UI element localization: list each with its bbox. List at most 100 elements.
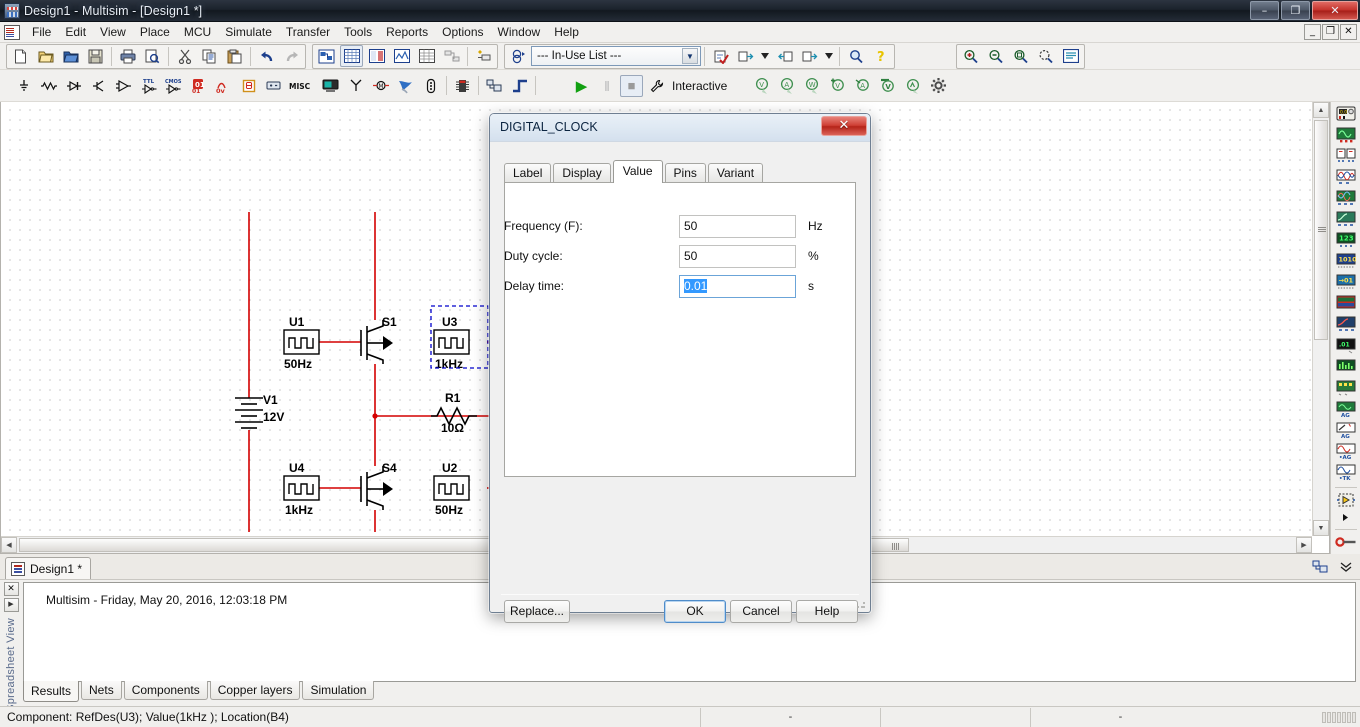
resize-grip[interactable] (1322, 711, 1360, 723)
open-file-icon[interactable] (34, 45, 57, 67)
wrench-icon[interactable] (645, 75, 668, 97)
distortion-analyzer-icon[interactable]: .01 (1334, 337, 1358, 356)
ni-components-icon[interactable] (394, 75, 417, 97)
dialog-tab-display[interactable]: Display (553, 163, 611, 182)
basic-icon[interactable] (37, 75, 60, 97)
wattmeter-icon[interactable] (1334, 147, 1358, 166)
menu-item-simulate[interactable]: Simulate (218, 22, 279, 43)
scroll-right-icon[interactable]: ▶ (1296, 537, 1312, 553)
import-icon[interactable] (773, 45, 796, 67)
menu-item-help[interactable]: Help (547, 22, 586, 43)
mdi-minimize-button[interactable]: _ (1304, 24, 1321, 40)
differential-voltage-probe-icon[interactable]: V (827, 75, 850, 97)
dialog-close-button[interactable]: ✕ (821, 116, 867, 136)
paste-icon[interactable] (223, 45, 246, 67)
hierarchy-icon[interactable] (1310, 557, 1330, 576)
power-icon[interactable] (262, 75, 285, 97)
scroll-up-icon[interactable]: ▲ (1313, 102, 1329, 118)
duty-cycle-input[interactable]: 50 (679, 244, 796, 268)
agilent-function-generator-icon[interactable]: AG (1334, 400, 1358, 419)
canvas-vertical-scrollbar[interactable]: ▲ ▼ (1312, 102, 1329, 536)
find-icon[interactable] (844, 45, 867, 67)
export-dropdown-arrow-icon[interactable] (759, 45, 771, 67)
probe-settings-icon[interactable] (927, 75, 950, 97)
network-analyzer-icon[interactable] (1334, 379, 1358, 398)
diode-icon[interactable] (62, 75, 85, 97)
dialog-tab-label[interactable]: Label (504, 163, 552, 182)
new-file-icon[interactable] (9, 45, 32, 67)
mcu-icon[interactable] (451, 75, 474, 97)
dialog-tab-value[interactable]: Value (612, 160, 663, 183)
logic-converter-icon[interactable]: →01 (1334, 273, 1358, 292)
frequency-counter-icon[interactable]: 123 (1334, 231, 1358, 250)
electromechanical-icon[interactable]: M (369, 75, 392, 97)
erc-icon[interactable] (709, 45, 732, 67)
in-use-list-dropdown[interactable]: --- In-Use List --- ▼ (531, 46, 701, 66)
in-use-refresh-icon[interactable] (507, 45, 530, 67)
run-simulation-button[interactable]: ▶ (570, 75, 593, 97)
dialog-resize-grip[interactable] (856, 599, 866, 609)
vertical-scroll-thumb[interactable] (1314, 120, 1328, 340)
parts-icon[interactable] (440, 45, 463, 67)
delay-time-input[interactable]: 0.01 (679, 274, 796, 298)
help-button[interactable]: Help (796, 600, 858, 623)
document-tab-design1[interactable]: Design1 * (5, 557, 92, 579)
expand-spreadsheet-button[interactable]: ▶ (3, 598, 19, 612)
grapher-icon[interactable] (390, 45, 413, 67)
agilent-multimeter-icon[interactable]: AG (1334, 421, 1358, 440)
transistor-icon[interactable] (87, 75, 110, 97)
menu-item-transfer[interactable]: Transfer (279, 22, 337, 43)
print-preview-icon[interactable] (141, 45, 164, 67)
mixed-icon[interactable]: 0v (212, 75, 235, 97)
scroll-left-icon[interactable]: ◀ (1, 537, 17, 553)
reference-voltage-probe-icon[interactable]: V (877, 75, 900, 97)
chevron-down-icon[interactable]: ▼ (682, 48, 698, 64)
menu-item-mcu[interactable]: MCU (177, 22, 218, 43)
rf-icon[interactable] (344, 75, 367, 97)
advanced-peripheral-icon[interactable] (319, 75, 342, 97)
menu-item-place[interactable]: Place (133, 22, 177, 43)
menu-item-reports[interactable]: Reports (379, 22, 435, 43)
print-icon[interactable] (116, 45, 139, 67)
menu-item-view[interactable]: View (93, 22, 133, 43)
logic-analyzer-icon[interactable] (1334, 294, 1358, 313)
spreadsheet-tab-copper-layers[interactable]: Copper layers (209, 681, 301, 700)
bode-plotter-icon[interactable] (1334, 210, 1358, 229)
analog-icon[interactable] (112, 75, 135, 97)
mdi-restore-button[interactable]: ❐ (1322, 24, 1339, 40)
spreadsheet-view-icon[interactable] (340, 45, 363, 67)
current-probe-icon[interactable]: A (777, 75, 800, 97)
power-probe-icon[interactable]: W (802, 75, 825, 97)
spreadsheet-tab-results[interactable]: Results (23, 681, 80, 702)
forward-annotate-icon[interactable] (798, 45, 821, 67)
digital-probe-icon[interactable] (902, 75, 925, 97)
zoom-fit-icon[interactable] (1034, 45, 1057, 67)
misc-digital-icon[interactable]: 01 01 (187, 75, 210, 97)
menu-item-tools[interactable]: Tools (337, 22, 379, 43)
close-button[interactable]: ✕ (1312, 1, 1358, 20)
iv-analyzer-icon[interactable] (1334, 315, 1358, 334)
multimeter-icon[interactable]: 0.0 (1334, 105, 1358, 124)
mdi-close-button[interactable]: ✕ (1340, 24, 1357, 40)
pause-simulation-button[interactable]: ‖ (595, 75, 618, 97)
labview-instruments-icon[interactable] (1334, 491, 1358, 510)
dialog-tab-variant[interactable]: Variant (707, 163, 764, 182)
zoom-area-icon[interactable] (1009, 45, 1032, 67)
cmos-icon[interactable]: CMOS (162, 75, 185, 97)
four-channel-oscilloscope-icon[interactable] (1334, 189, 1358, 208)
close-spreadsheet-button[interactable]: ✕ (3, 582, 19, 596)
open-design-icon[interactable] (59, 45, 82, 67)
frequency-input[interactable]: 50 (679, 214, 796, 238)
electrical-rules-check-icon[interactable] (472, 45, 495, 67)
redo-icon[interactable] (280, 45, 303, 67)
hierarchical-block-icon[interactable] (483, 75, 506, 97)
ni-elvis-icon[interactable] (1334, 512, 1358, 524)
design-toolbox-icon[interactable] (315, 45, 338, 67)
ttl-icon[interactable]: TTL (137, 75, 160, 97)
cancel-button[interactable]: Cancel (730, 600, 792, 623)
source-icon[interactable] (12, 75, 35, 97)
undo-icon[interactable] (255, 45, 278, 67)
tektronix-oscilloscope-icon[interactable]: •TK (1334, 463, 1358, 482)
restore-button[interactable]: ❐ (1281, 1, 1310, 20)
misc-icon[interactable]: MISC (287, 75, 317, 97)
